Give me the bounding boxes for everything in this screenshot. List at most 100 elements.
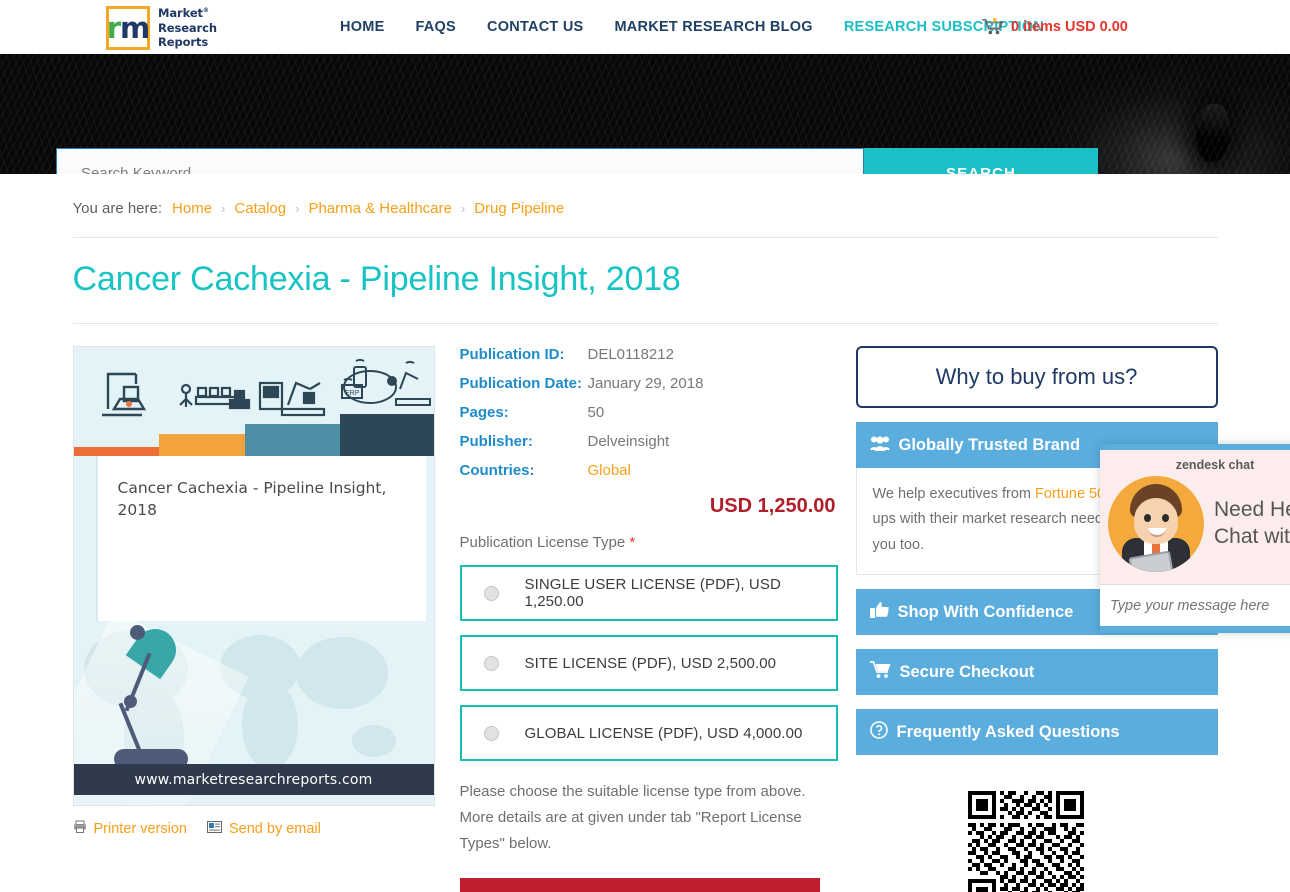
product-details-column: Publication ID: DEL0118212 Publication D… [453,346,838,892]
cart-status-text: 0 items USD 0.00 [1011,19,1128,35]
panel-title: Globally Trusted Brand [899,436,1081,455]
product-utility-links: Printer version Send by email [73,820,435,837]
breadcrumb-item-pharma-healthcare[interactable]: Pharma & Healthcare [308,200,451,217]
panel-title: Secure Checkout [900,663,1035,682]
product-price: USD 1,250.00 [460,495,838,518]
avatar-face [1134,498,1178,544]
search-button[interactable]: SEARCH [864,148,1098,174]
main-navigation: HOME FAQS CONTACT US MARKET RESEARCH BLO… [340,0,1044,54]
meta-key-countries: Countries: [460,462,588,491]
meta-row-publication-id: Publication ID: DEL0118212 [460,346,838,375]
cover-title-text: Cancer Cachexia - Pipeline Insight, 2018 [118,478,406,521]
send-by-email-link[interactable]: Send by email [207,821,321,837]
meta-key-publication-id: Publication ID: [460,346,588,375]
avatar-eye-right [1162,514,1169,522]
send-by-email-label[interactable]: Send by email [229,821,321,837]
meta-key-publication-date: Publication Date: [460,375,588,404]
cover-step-bars [74,424,434,456]
qr-code-image [968,791,1084,892]
search-form: SEARCH [56,148,1098,174]
license-note: Please choose the suitable license type … [460,779,838,856]
required-field-marker: * [629,534,635,551]
breadcrumb-separator-icon: › [221,201,225,216]
panel-header-secure-checkout[interactable]: Secure Checkout [856,649,1218,695]
logo-letter-right: m [120,11,149,45]
meta-value-publisher: Delveinsight [588,433,838,462]
chat-body: zendesk chat Need Help? Chat with us [1100,450,1290,584]
breadcrumb-prefix: You are here: [73,200,163,217]
breadcrumb-item-drug-pipeline[interactable]: Drug Pipeline [474,200,564,217]
meta-key-pages: Pages: [460,404,588,433]
meta-row-countries: Countries: Global [460,462,838,491]
license-option-site[interactable]: SITE LICENSE (PDF), USD 2,500.00 [460,635,838,691]
nav-item-home[interactable]: HOME [340,19,385,35]
license-type-label: Publication License Type * [460,534,838,551]
nav-item-market-research-blog[interactable]: MARKET RESEARCH BLOG [614,19,812,35]
chat-bottom-bar [1100,626,1290,633]
panel-title: Frequently Asked Questions [897,723,1120,742]
breadcrumb-item-home[interactable]: Home [172,200,212,217]
nav-item-faqs[interactable]: FAQS [416,19,456,35]
panel-header-faq[interactable]: Frequently Asked Questions [856,709,1218,755]
printer-version-label[interactable]: Printer version [94,821,187,837]
logo-line-2: Research [158,21,217,35]
search-input[interactable] [56,148,864,174]
why-buy-panel-secure-checkout: Secure Checkout [856,649,1218,695]
logo-mark-icon: rm [106,6,150,50]
cart-summary[interactable]: 0 items USD 0.00 [982,0,1128,54]
site-header: rm Market® Research Reports HOME FAQS CO… [0,0,1290,54]
chat-greeting-line-1: Need Help? [1214,497,1290,524]
printer-version-link[interactable]: Printer version [73,820,187,837]
breadcrumb-separator-icon: › [295,201,299,216]
meta-row-publication-date: Publication Date: January 29, 2018 [460,375,838,404]
radio-single-user-license[interactable] [484,586,499,601]
chat-greeting-text: Need Help? Chat with us [1214,497,1290,551]
meta-value-publication-id: DEL0118212 [588,346,838,375]
chat-brand-label: zendesk chat [1100,458,1290,472]
meta-row-publisher: Publisher: Delveinsight [460,433,838,462]
email-icon [207,821,222,837]
cart-icon [870,661,891,683]
shopping-cart-icon [982,18,1004,36]
page-title: Cancer Cachexia - Pipeline Insight, 2018 [73,260,1218,299]
meta-key-publisher: Publisher: [460,433,588,462]
product-image-column: ERP Cancer Cachexia - [73,346,453,892]
logo-line-3: Reports [158,35,208,49]
meta-row-pages: Pages: 50 [460,404,838,433]
radio-global-license[interactable] [484,726,499,741]
license-option-single-user[interactable]: SINGLE USER LICENSE (PDF), USD 1,250.00 [460,565,838,621]
breadcrumb-separator-icon: › [461,201,465,216]
panel-body-prefix: We help executives from [873,486,1036,502]
radio-site-license[interactable] [484,656,499,671]
hero-search-banner: SEARCH [0,54,1290,174]
product-content: ERP Cancer Cachexia - [73,324,1218,892]
chat-message-input[interactable] [1110,598,1290,614]
logo-wordmark: Market® Research Reports [158,6,217,50]
breadcrumb: You are here: Home › Catalog › Pharma & … [73,174,1218,238]
logo-line-1: Market [158,6,203,20]
printer-icon [73,820,87,837]
license-option-label: SITE LICENSE (PDF), USD 2,500.00 [525,655,777,672]
chat-input-row[interactable] [1100,584,1290,626]
license-option-label: GLOBAL LICENSE (PDF), USD 4,000.00 [525,725,803,742]
users-group-icon [870,435,890,456]
question-circle-icon [870,721,888,744]
meta-value-countries[interactable]: Global [588,462,838,491]
site-logo[interactable]: rm Market® Research Reports [106,6,217,50]
product-cover-image[interactable]: ERP Cancer Cachexia - [73,346,435,806]
license-option-label: SINGLE USER LICENSE (PDF), USD 1,250.00 [525,576,836,610]
license-option-global[interactable]: GLOBAL LICENSE (PDF), USD 4,000.00 [460,705,838,761]
lamp-joint-lower [124,695,137,708]
cover-url-bar: www.marketresearchreports.com [74,764,434,795]
cover-title-card: Cancer Cachexia - Pipeline Insight, 2018 [96,456,426,623]
thumbs-up-icon [870,602,889,623]
license-type-label-text: Publication License Type [460,534,626,551]
nav-item-contact-us[interactable]: CONTACT US [487,19,583,35]
add-to-cart-button[interactable]: ADD TO CART [460,878,820,892]
zendesk-chat-widget[interactable]: zendesk chat Need Help? Chat with us [1100,444,1290,633]
logo-registered-mark: ® [203,7,209,14]
meta-value-pages: 50 [588,404,838,433]
panel-title: Shop With Confidence [898,603,1074,622]
cover-top-illustration: ERP Cancer Cachexia - [74,347,434,623]
breadcrumb-item-catalog[interactable]: Catalog [234,200,286,217]
